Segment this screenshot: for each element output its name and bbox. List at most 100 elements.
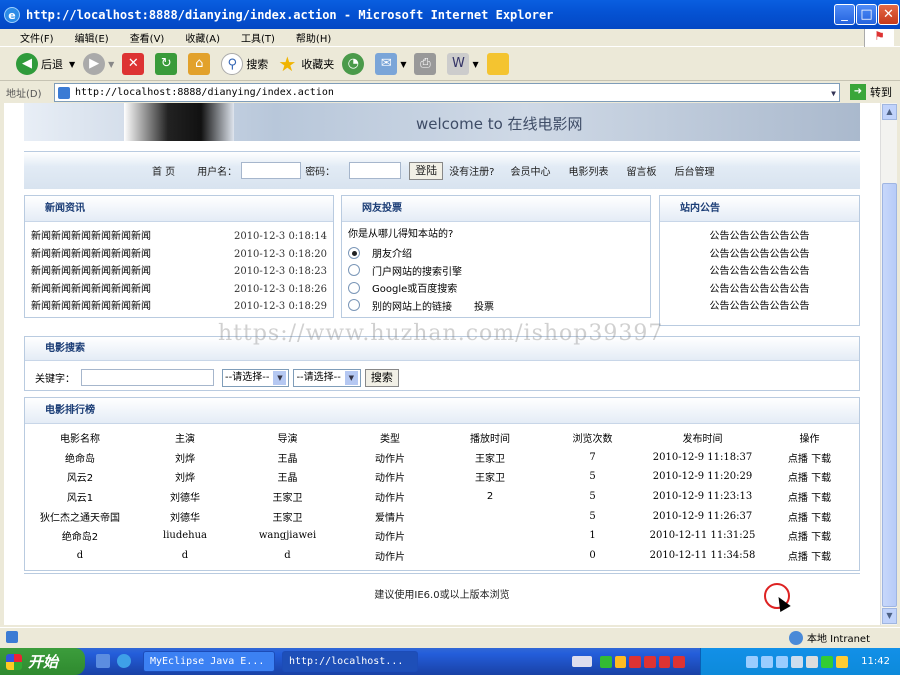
notice-item[interactable]: 公告公告公告公告公告	[660, 298, 859, 316]
news-item[interactable]: 新闻新闻新闻新闻新闻新闻 2010-12-3 0:18:20	[25, 246, 333, 264]
poll-option[interactable]: Google或百度搜索	[348, 279, 650, 297]
menu-help[interactable]: 帮助(H)	[296, 30, 331, 45]
menu-favorites[interactable]: 收藏(A)	[185, 30, 220, 45]
keyword-input[interactable]	[81, 369, 214, 386]
network-icon[interactable]	[776, 655, 789, 668]
type-select[interactable]: --请选择-- ▼	[293, 368, 361, 387]
nav-movies[interactable]: 电影列表	[569, 163, 609, 178]
login-button[interactable]: 登陆	[409, 161, 444, 180]
poll-option[interactable]: 门户网站的搜索引擎	[348, 262, 650, 280]
movie-name[interactable]: 风云1	[25, 487, 135, 507]
start-button[interactable]: 开始	[0, 648, 85, 675]
play-link[interactable]: 点播	[788, 493, 808, 504]
movie-name[interactable]: 狄仁杰之通天帝国	[25, 506, 135, 526]
quicklaunch-ie-icon[interactable]	[117, 654, 131, 668]
close-button[interactable]: ✕	[878, 4, 899, 25]
radio[interactable]	[348, 299, 360, 312]
history-button[interactable]: ◔	[342, 53, 367, 75]
download-link[interactable]: 下载	[811, 493, 831, 504]
notice-item[interactable]: 公告公告公告公告公告	[660, 228, 859, 246]
nav-home[interactable]: 首 页	[152, 163, 175, 178]
security-icon[interactable]	[836, 655, 849, 668]
device-icon[interactable]	[806, 655, 819, 668]
download-link[interactable]: 下载	[811, 473, 831, 484]
scroll-up-icon[interactable]: ▲	[882, 104, 897, 120]
forward-button[interactable]: ▶ ▼	[83, 53, 114, 75]
poll-option[interactable]: 朋友介绍	[348, 244, 650, 262]
shield-icon[interactable]	[821, 655, 834, 668]
back-button[interactable]: ◀ 后退 ▼	[16, 53, 75, 75]
tray-green-icon[interactable]	[600, 655, 612, 668]
search-submit-button[interactable]: 搜索	[364, 368, 399, 387]
nav-register[interactable]: 没有注册?	[449, 163, 494, 178]
address-input[interactable]: http://localhost:8888/dianying/index.act…	[54, 83, 840, 102]
favorites-button[interactable]: ★ 收藏夹	[276, 53, 334, 75]
network-icon[interactable]	[746, 655, 759, 668]
address-dropdown-icon[interactable]: ▼	[831, 85, 836, 102]
taskbar-myeclipse[interactable]: MyEclipse Java E...	[143, 651, 275, 672]
vertical-scrollbar[interactable]: ▲ ▼	[880, 103, 897, 625]
nav-admin[interactable]: 后台管理	[675, 163, 715, 178]
search-button[interactable]: ⚲ 搜索	[221, 53, 268, 75]
network-icon[interactable]	[761, 655, 774, 668]
poll-option[interactable]: 别的网站上的链接 投票	[348, 297, 650, 315]
messenger-button[interactable]	[486, 53, 512, 75]
notice-item[interactable]: 公告公告公告公告公告	[660, 281, 859, 299]
menu-file[interactable]: 文件(F)	[20, 30, 54, 45]
download-link[interactable]: 下载	[811, 513, 831, 524]
mail-button[interactable]: ✉ ▼	[375, 53, 406, 75]
radio-selected[interactable]	[348, 246, 360, 259]
menu-tools[interactable]: 工具(T)	[241, 30, 275, 45]
notice-item[interactable]: 公告公告公告公告公告	[660, 263, 859, 281]
notice-item[interactable]: 公告公告公告公告公告	[660, 246, 859, 264]
edit-dropdown-icon[interactable]: ▼	[472, 60, 478, 69]
vote-button[interactable]: 投票	[474, 298, 494, 313]
print-button[interactable]: ⎙	[414, 53, 439, 75]
tray-qq-icon[interactable]	[673, 655, 686, 668]
radio[interactable]	[348, 264, 360, 277]
stop-button[interactable]: ✕	[122, 53, 147, 75]
tray-qq-icon[interactable]	[644, 655, 656, 668]
play-link[interactable]: 点播	[788, 552, 808, 563]
quicklaunch-desktop-icon[interactable]	[96, 654, 110, 668]
play-link[interactable]: 点播	[788, 473, 808, 484]
edit-button[interactable]: W ▼	[447, 53, 479, 75]
news-item[interactable]: 新闻新闻新闻新闻新闻新闻 2010-12-3 0:18:14	[25, 228, 333, 246]
home-button[interactable]: ⌂	[188, 53, 213, 75]
download-link[interactable]: 下载	[811, 454, 831, 465]
news-item[interactable]: 新闻新闻新闻新闻新闻新闻 2010-12-3 0:18:23	[25, 263, 333, 281]
download-link[interactable]: 下载	[811, 552, 831, 563]
scroll-thumb[interactable]	[882, 183, 897, 607]
keyboard-icon[interactable]	[572, 656, 592, 667]
menu-view[interactable]: 查看(V)	[130, 30, 165, 45]
minimize-button[interactable]: _	[834, 4, 855, 25]
download-link[interactable]: 下载	[811, 532, 831, 543]
back-dropdown-icon[interactable]: ▼	[69, 60, 75, 69]
movie-name[interactable]: 绝命岛2	[25, 526, 135, 546]
username-input[interactable]	[241, 162, 302, 179]
movie-name[interactable]: 绝命岛	[25, 448, 135, 468]
scroll-down-icon[interactable]: ▼	[882, 608, 897, 624]
tray-qq-icon[interactable]	[629, 655, 642, 668]
play-link[interactable]: 点播	[788, 513, 808, 524]
play-link[interactable]: 点播	[788, 454, 808, 465]
taskbar-ie[interactable]: http://localhost...	[282, 651, 418, 672]
tray-qq-icon[interactable]	[658, 655, 671, 668]
refresh-button[interactable]: ↻	[155, 53, 180, 75]
speaker-icon[interactable]	[791, 655, 804, 668]
radio[interactable]	[348, 281, 360, 294]
play-link[interactable]: 点播	[788, 532, 808, 543]
go-button[interactable]: ➜ 转到	[850, 84, 892, 100]
maximize-button[interactable]: □	[856, 4, 877, 25]
mail-dropdown-icon[interactable]: ▼	[400, 60, 406, 69]
tray-yellow-icon[interactable]	[614, 655, 627, 668]
forward-dropdown-icon[interactable]: ▼	[108, 60, 114, 69]
menu-edit[interactable]: 编辑(E)	[75, 30, 109, 45]
nav-member[interactable]: 会员中心	[511, 163, 551, 178]
movie-name[interactable]: d	[25, 546, 135, 566]
category-select[interactable]: --请选择-- ▼	[222, 368, 290, 387]
news-item[interactable]: 新闻新闻新闻新闻新闻新闻 2010-12-3 0:18:29	[25, 298, 333, 316]
movie-name[interactable]: 风云2	[25, 467, 135, 487]
news-item[interactable]: 新闻新闻新闻新闻新闻新闻 2010-12-3 0:18:26	[25, 281, 333, 299]
password-input[interactable]	[349, 162, 402, 179]
